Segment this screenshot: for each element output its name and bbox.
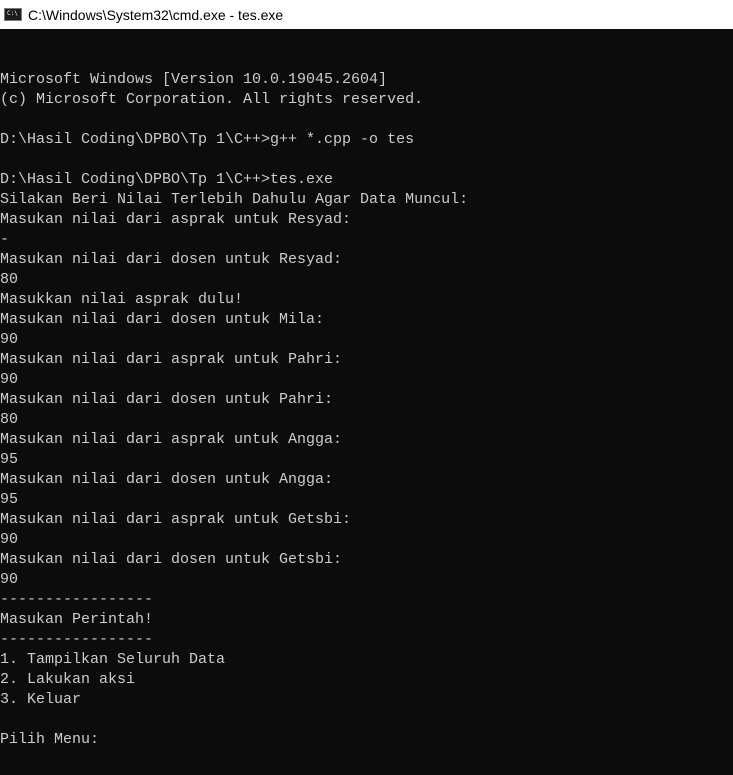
- console-line: Masukkan nilai asprak dulu!: [0, 291, 244, 308]
- window-title: C:\Windows\System32\cmd.exe - tes.exe: [28, 6, 284, 23]
- console-line: 90: [0, 331, 19, 348]
- console-line: Silakan Beri Nilai Terlebih Dahulu Agar …: [0, 191, 469, 208]
- console-lines: Microsoft Windows [Version 10.0.19045.26…: [0, 70, 733, 750]
- console-line: 95: [0, 451, 19, 468]
- console-line: Masukan nilai dari asprak untuk Resyad:: [0, 211, 352, 228]
- console-line: Masukan nilai dari dosen untuk Getsbi:: [0, 551, 343, 568]
- console-line: -----------------: [0, 591, 154, 608]
- console-line: Masukan nilai dari asprak untuk Pahri:: [0, 351, 343, 368]
- title-bar[interactable]: C:\ C:\Windows\System32\cmd.exe - tes.ex…: [0, 0, 733, 29]
- console-line: D:\Hasil Coding\DPBO\Tp 1\C++>tes.exe: [0, 171, 334, 188]
- console-line: 1. Tampilkan Seluruh Data: [0, 651, 226, 668]
- console-line: 80: [0, 271, 19, 288]
- console-line: 90: [0, 571, 19, 588]
- console-line: Masukan nilai dari asprak untuk Angga:: [0, 431, 343, 448]
- console-output[interactable]: Microsoft Windows [Version 10.0.19045.26…: [0, 30, 733, 775]
- console-line: 90: [0, 531, 19, 548]
- console-line: 90: [0, 371, 19, 388]
- console-line: Masukan nilai dari asprak untuk Getsbi:: [0, 511, 352, 528]
- console-line: Masukan nilai dari dosen untuk Pahri:: [0, 391, 334, 408]
- cmd-icon-label: C:\: [7, 10, 18, 17]
- console-line: Masukan nilai dari dosen untuk Mila:: [0, 311, 325, 328]
- console-line: D:\Hasil Coding\DPBO\Tp 1\C++>g++ *.cpp …: [0, 131, 415, 148]
- console-line: (c) Microsoft Corporation. All rights re…: [0, 91, 424, 108]
- console-line: 80: [0, 411, 19, 428]
- console-line: 95: [0, 491, 19, 508]
- console-line: Pilih Menu:: [0, 731, 100, 748]
- console-line: -: [0, 231, 10, 248]
- console-line: 3. Keluar: [0, 691, 82, 708]
- cmd-window: C:\ C:\Windows\System32\cmd.exe - tes.ex…: [0, 0, 733, 775]
- console-line: Masukan nilai dari dosen untuk Angga:: [0, 471, 334, 488]
- console-line: Microsoft Windows [Version 10.0.19045.26…: [0, 71, 388, 88]
- console-line: Masukan nilai dari dosen untuk Resyad:: [0, 251, 343, 268]
- console-line: -----------------: [0, 631, 154, 648]
- console-line: Masukan Perintah!: [0, 611, 154, 628]
- console-line: 2. Lakukan aksi: [0, 671, 136, 688]
- cmd-icon: C:\: [4, 8, 22, 21]
